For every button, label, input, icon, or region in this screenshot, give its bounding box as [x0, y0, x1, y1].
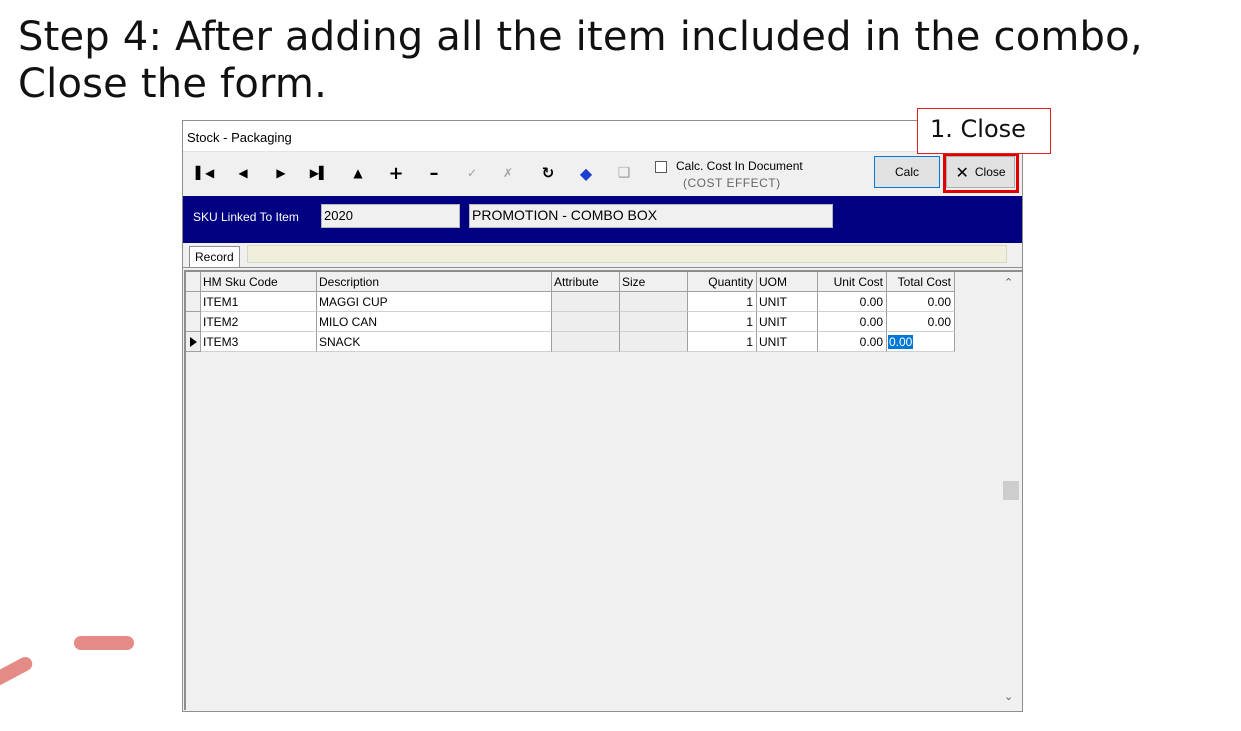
cell-unit-cost[interactable]: 0.00 — [818, 332, 887, 352]
current-row-pointer-icon — [190, 337, 197, 347]
cell-uom[interactable]: UNIT — [757, 312, 818, 332]
cancel-icon[interactable]: ✗ — [497, 163, 519, 183]
cell-description[interactable]: MILO CAN — [317, 312, 552, 332]
cell-attribute[interactable] — [552, 312, 620, 332]
header-sku-code[interactable]: HM Sku Code — [201, 272, 317, 292]
window-title: Stock - Packaging — [187, 130, 292, 145]
first-record-icon[interactable]: ▌◀ — [194, 163, 216, 183]
scroll-thumb[interactable] — [1003, 481, 1019, 500]
sku-code-field[interactable]: 2020 — [321, 204, 460, 228]
decorative-stroke — [0, 654, 35, 688]
scroll-up-icon[interactable]: ⌃ — [1004, 276, 1013, 289]
cell-size[interactable] — [620, 332, 688, 352]
header-row-indicator — [186, 272, 201, 292]
cell-sku-code[interactable]: ITEM1 — [201, 292, 317, 312]
header-attribute[interactable]: Attribute — [552, 272, 620, 292]
items-grid-area: HM Sku Code Description Attribute Size Quant… — [184, 270, 1022, 710]
calc-cost-option[interactable]: Calc. Cost In Document (COST EFFECT) — [655, 159, 825, 193]
window-titlebar: Stock - Packaging — [183, 121, 1022, 152]
tab-strip — [247, 245, 1007, 263]
calc-cost-checkbox[interactable] — [655, 161, 667, 173]
edit-icon[interactable]: ✓ — [461, 163, 483, 183]
row-indicator[interactable] — [186, 292, 201, 312]
sku-linked-label: SKU Linked To Item — [193, 210, 299, 224]
close-callout: 1. Close — [917, 108, 1051, 154]
remove-icon[interactable]: – — [423, 163, 445, 184]
header-quantity[interactable]: Quantity — [688, 272, 757, 292]
tab-row: Record — [183, 243, 1022, 269]
cell-quantity[interactable]: 1 — [688, 292, 757, 312]
cell-attribute[interactable] — [552, 292, 620, 312]
cell-quantity[interactable]: 1 — [688, 332, 757, 352]
goto-icon[interactable]: ❑ — [613, 163, 635, 183]
cell-uom[interactable]: UNIT — [757, 292, 818, 312]
cell-unit-cost[interactable]: 0.00 — [818, 292, 887, 312]
cell-size[interactable] — [620, 292, 688, 312]
vertical-scrollbar[interactable]: ⌃ ⌄ — [1001, 272, 1020, 708]
tag-icon[interactable]: ◆ — [575, 163, 597, 183]
row-indicator[interactable] — [186, 312, 201, 332]
cell-total-cost[interactable]: 0.00 — [887, 312, 955, 332]
header-description[interactable]: Description — [317, 272, 552, 292]
last-record-icon[interactable]: ▶▌ — [308, 163, 330, 183]
selected-total-cost[interactable]: 0.00 — [888, 335, 914, 349]
tab-divider — [183, 267, 1022, 268]
slide-title: Step 4: After adding all the item includ… — [18, 14, 1143, 107]
calc-cost-label: Calc. Cost In Document — [676, 159, 803, 173]
prev-record-icon[interactable]: ◀ — [232, 163, 254, 183]
cell-sku-code[interactable]: ITEM2 — [201, 312, 317, 332]
add-icon[interactable]: + — [385, 163, 407, 184]
sku-bar: SKU Linked To Item 2020 PROMOTION - COMB… — [183, 196, 1022, 243]
cell-total-cost[interactable]: 0.00 — [887, 292, 955, 312]
decorative-stroke — [74, 636, 134, 650]
refresh-icon[interactable]: ↻ — [537, 163, 559, 183]
cell-quantity[interactable]: 1 — [688, 312, 757, 332]
row-indicator[interactable] — [186, 332, 201, 352]
cell-description[interactable]: MAGGI CUP — [317, 292, 552, 312]
close-highlight-box — [943, 153, 1019, 193]
cell-size[interactable] — [620, 312, 688, 332]
cell-description[interactable]: SNACK — [317, 332, 552, 352]
header-unit-cost[interactable]: Unit Cost — [818, 272, 887, 292]
cell-uom[interactable]: UNIT — [757, 332, 818, 352]
sku-description-field[interactable]: PROMOTION - COMBO BOX — [469, 204, 833, 228]
calc-button[interactable]: Calc — [874, 156, 940, 188]
next-record-icon[interactable]: ▶ — [270, 163, 292, 183]
cell-sku-code[interactable]: ITEM3 — [201, 332, 317, 352]
tab-record[interactable]: Record — [189, 246, 240, 268]
scroll-down-icon[interactable]: ⌄ — [1004, 690, 1013, 703]
calc-button-label: Calc — [894, 165, 919, 179]
header-uom[interactable]: UOM — [757, 272, 818, 292]
cell-unit-cost[interactable]: 0.00 — [818, 312, 887, 332]
header-total-cost[interactable]: Total Cost — [887, 272, 955, 292]
move-up-icon[interactable]: ▲ — [347, 163, 369, 183]
calc-cost-sublabel: (COST EFFECT) — [683, 176, 781, 190]
cell-total-cost[interactable]: 0.00 — [887, 332, 955, 352]
stock-packaging-window: Stock - Packaging ▌◀ ◀ ▶ ▶▌ ▲ + – ✓ ✗ ↻ … — [182, 120, 1023, 712]
header-size[interactable]: Size — [620, 272, 688, 292]
cell-attribute[interactable] — [552, 332, 620, 352]
